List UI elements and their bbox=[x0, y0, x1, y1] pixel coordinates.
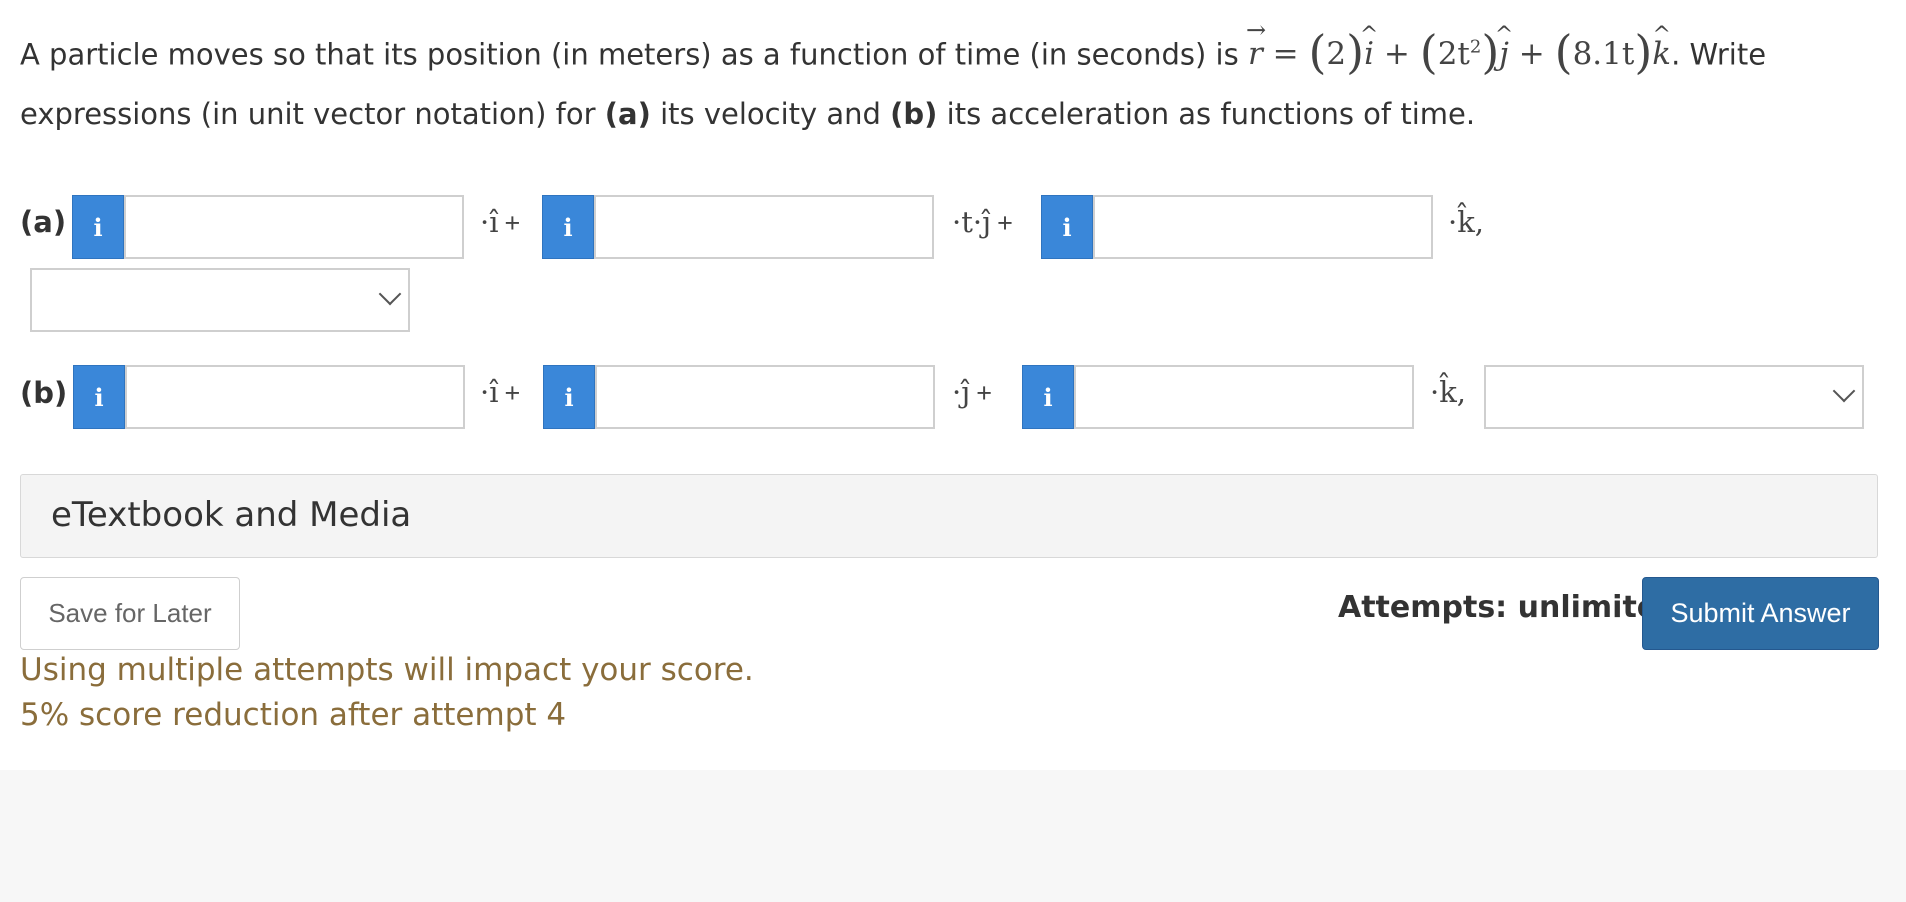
info-icon[interactable]: i bbox=[542, 195, 594, 259]
chevron-down-icon bbox=[1832, 379, 1856, 403]
attempts-warning: Using multiple attempts will impact your… bbox=[20, 652, 754, 688]
save-for-later-button[interactable]: Save for Later bbox=[20, 577, 240, 650]
info-icon[interactable]: i bbox=[72, 195, 124, 259]
submit-answer-button[interactable]: Submit Answer bbox=[1642, 577, 1879, 650]
unit-i-hat: ·î + bbox=[480, 375, 521, 409]
info-icon[interactable]: i bbox=[1022, 365, 1074, 429]
unit-j-hat: ·ĵ + bbox=[952, 375, 992, 409]
unit-t-j-hat: ·t·ĵ + bbox=[952, 205, 1013, 239]
attempts-label: Attempts: unlimited bbox=[1338, 590, 1679, 625]
info-icon[interactable]: i bbox=[543, 365, 595, 429]
part-b-j-input[interactable] bbox=[595, 365, 935, 429]
score-reduction-note: 5% score reduction after attempt 4 bbox=[20, 697, 567, 733]
part-a-units-select[interactable] bbox=[30, 268, 410, 332]
part-a-k-input[interactable] bbox=[1093, 195, 1433, 259]
unit-k-hat: ·k̂, bbox=[1430, 375, 1467, 409]
part-b-units-select[interactable] bbox=[1484, 365, 1864, 429]
chevron-down-icon bbox=[378, 282, 402, 306]
info-icon[interactable]: i bbox=[73, 365, 125, 429]
info-icon[interactable]: i bbox=[1041, 195, 1093, 259]
part-a-j-input[interactable] bbox=[594, 195, 934, 259]
unit-i-hat: ·î + bbox=[480, 205, 521, 239]
question-panel: A particle moves so that its position (i… bbox=[0, 0, 1906, 770]
part-b-i-input[interactable] bbox=[125, 365, 465, 429]
part-a-label: (a) bbox=[20, 205, 67, 239]
position-equation: →r = (2)i + (2t2)j + (8.1t)k bbox=[1246, 16, 1671, 79]
part-b-label: (b) bbox=[20, 376, 68, 410]
question-text: A particle moves so that its position (i… bbox=[20, 16, 1880, 144]
unit-k-hat: ·k̂, bbox=[1448, 205, 1485, 239]
etextbook-label: eTextbook and Media bbox=[51, 495, 412, 535]
etextbook-media-toggle[interactable]: eTextbook and Media bbox=[20, 474, 1878, 558]
part-a-i-input[interactable] bbox=[124, 195, 464, 259]
part-b-k-input[interactable] bbox=[1074, 365, 1414, 429]
vector-arrow-icon: → bbox=[1245, 16, 1267, 45]
